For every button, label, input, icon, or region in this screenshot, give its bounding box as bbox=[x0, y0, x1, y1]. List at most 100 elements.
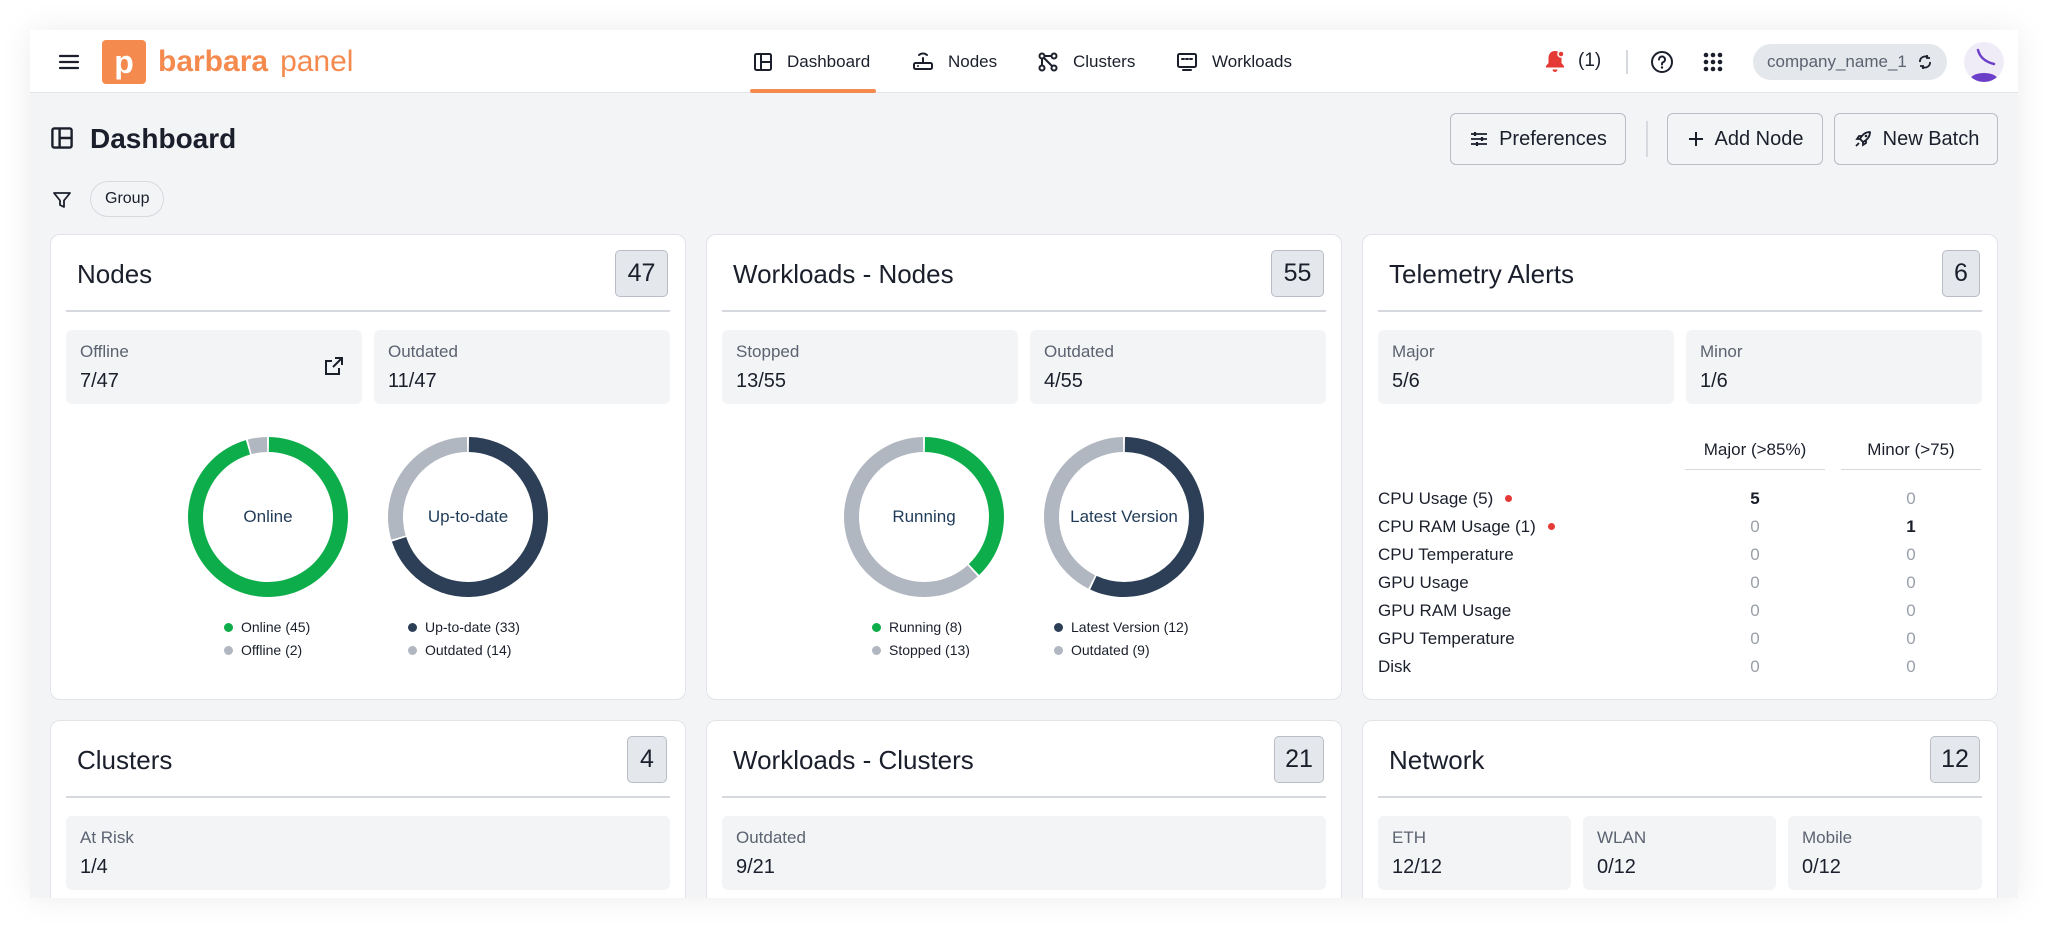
running-donut: Running bbox=[837, 430, 1011, 604]
stat-label: Mobile bbox=[1802, 828, 1853, 847]
tab-nodes[interactable]: Nodes bbox=[912, 30, 997, 93]
stat-outdated: Outdated 4/55 bbox=[1030, 330, 1326, 404]
minor-count: 1 bbox=[1906, 517, 1916, 536]
apps-grid-icon[interactable] bbox=[1702, 51, 1724, 73]
filter-chip-group[interactable]: Group bbox=[90, 181, 165, 217]
top-bar: p barbara panel Dashboard Nodes Clusters… bbox=[30, 30, 2018, 93]
metric-name: CPU Usage (5) bbox=[1378, 489, 1494, 508]
alert-dot bbox=[1505, 495, 1512, 502]
metric-name: GPU RAM Usage bbox=[1378, 601, 1512, 620]
metric-name: CPU RAM Usage (1) bbox=[1378, 517, 1536, 536]
card-divider bbox=[1378, 310, 1982, 312]
menu-icon[interactable] bbox=[58, 51, 80, 73]
legend-item: Outdated (14) bbox=[408, 639, 520, 662]
logo-mark: p bbox=[102, 40, 146, 84]
tab-clusters-label: Clusters bbox=[1073, 51, 1136, 71]
external-link-icon[interactable] bbox=[324, 356, 344, 381]
help-icon[interactable] bbox=[1650, 50, 1674, 74]
stat-value: 13/55 bbox=[736, 370, 787, 392]
card-divider bbox=[1378, 796, 1982, 798]
tab-clusters[interactable]: Clusters bbox=[1037, 30, 1135, 93]
column-header-minor: Minor (>75) bbox=[1841, 440, 1981, 470]
minor-count: 0 bbox=[1906, 489, 1916, 508]
legend-item: Up-to-date (33) bbox=[408, 616, 520, 639]
preferences-label: Preferences bbox=[1499, 127, 1607, 150]
button-divider bbox=[1646, 121, 1648, 157]
online-legend: Online (45) Offline (2) bbox=[224, 616, 310, 662]
major-count: 0 bbox=[1750, 629, 1760, 648]
dashboard-icon bbox=[754, 52, 772, 71]
notifications-button[interactable]: (1) bbox=[1544, 49, 1601, 73]
company-selector[interactable]: company_name_1 bbox=[1753, 44, 1947, 80]
page-title-icon bbox=[50, 126, 74, 150]
avatar[interactable] bbox=[1964, 42, 2004, 82]
logo[interactable]: p barbara panel bbox=[102, 40, 353, 84]
count-badge: 12 bbox=[1930, 736, 1980, 783]
stat-label: WLAN bbox=[1597, 828, 1647, 847]
stat-value: 5/6 bbox=[1392, 370, 1420, 392]
stat-value: 12/12 bbox=[1392, 856, 1443, 878]
nodes-card: Nodes 47 Offline 7/47 Outdated 11/47 Onl… bbox=[50, 234, 686, 700]
add-node-label: Add Node bbox=[1714, 127, 1804, 150]
cluster-icon bbox=[1038, 52, 1058, 71]
notifications-count: (1) bbox=[1578, 50, 1602, 71]
count-badge: 6 bbox=[1942, 250, 1980, 297]
sliders-icon bbox=[1471, 132, 1488, 146]
card-title: Workloads - Clusters bbox=[733, 745, 974, 775]
count-badge: 55 bbox=[1271, 250, 1324, 297]
running-legend: Running (8) Stopped (13) bbox=[872, 616, 970, 662]
tab-workloads[interactable]: Workloads bbox=[1176, 30, 1292, 93]
app-window: p barbara panel Dashboard Nodes Clusters… bbox=[30, 30, 2018, 898]
logo-product: panel bbox=[280, 45, 354, 78]
clusters-card: Clusters 4 At Risk 1/4 bbox=[50, 720, 686, 898]
new-batch-label: New Batch bbox=[1882, 127, 1980, 150]
stat-value: 11/47 bbox=[388, 370, 437, 392]
up-to-date-legend: Up-to-date (33) Outdated (14) bbox=[408, 616, 520, 662]
legend-item: Stopped (13) bbox=[872, 639, 970, 662]
legend-item: Online (45) bbox=[224, 616, 310, 639]
active-tab-indicator bbox=[750, 89, 876, 93]
major-count: 0 bbox=[1750, 601, 1760, 620]
major-count: 5 bbox=[1750, 489, 1760, 508]
latest-version-legend: Latest Version (12) Outdated (9) bbox=[1054, 616, 1189, 662]
bell-icon bbox=[1546, 50, 1565, 72]
legend-item: Latest Version (12) bbox=[1054, 616, 1189, 639]
add-node-button[interactable]: Add Node bbox=[1667, 113, 1823, 165]
telemetry-alerts-card: Telemetry Alerts 6 Major 5/6 Minor 1/6 M… bbox=[1362, 234, 1998, 700]
stat-minor: Minor 1/6 bbox=[1686, 330, 1982, 404]
online-donut: Online bbox=[181, 430, 355, 604]
card-title: Clusters bbox=[77, 745, 173, 775]
table-row: GPU Usage 0 0 bbox=[1378, 569, 1978, 597]
card-divider bbox=[722, 310, 1326, 312]
legend-item: Outdated (9) bbox=[1054, 639, 1189, 662]
stat-outdated: Outdated 11/47 bbox=[374, 330, 670, 404]
card-divider bbox=[722, 796, 1326, 798]
stat-offline[interactable]: Offline 7/47 bbox=[66, 330, 362, 404]
donut-center-label: Running bbox=[892, 507, 956, 526]
new-batch-button[interactable]: New Batch bbox=[1834, 113, 1998, 165]
filter-icon[interactable] bbox=[52, 190, 72, 210]
card-title: Workloads - Nodes bbox=[733, 259, 954, 289]
donut-center-label: Latest Version bbox=[1070, 507, 1178, 526]
donut-center-label: Up-to-date bbox=[427, 507, 509, 526]
workloads-nodes-card: Workloads - Nodes 55 Stopped 13/55 Outda… bbox=[706, 234, 1342, 700]
preferences-button[interactable]: Preferences bbox=[1450, 113, 1626, 165]
card-title: Nodes bbox=[77, 259, 153, 289]
stat-value: 4/55 bbox=[1044, 370, 1083, 392]
table-row: GPU Temperature 0 0 bbox=[1378, 625, 1978, 653]
major-count: 0 bbox=[1750, 545, 1760, 564]
switch-icon bbox=[1918, 55, 1931, 69]
tab-dashboard[interactable]: Dashboard bbox=[750, 30, 876, 93]
stat-major: Major 5/6 bbox=[1378, 330, 1674, 404]
stat-label: Outdated bbox=[388, 342, 458, 361]
stat-value: 0/12 bbox=[1802, 856, 1841, 878]
card-title: Telemetry Alerts bbox=[1389, 259, 1574, 289]
stat-outdated: Outdated 9/21 bbox=[722, 816, 1326, 890]
tab-dashboard-label: Dashboard bbox=[787, 51, 871, 71]
stat-label: Outdated bbox=[736, 828, 806, 847]
company-name: company_name_1 bbox=[1767, 52, 1907, 71]
metric-name: CPU Temperature bbox=[1378, 545, 1514, 564]
stat-label: Stopped bbox=[736, 342, 800, 361]
stat-label: Minor bbox=[1700, 342, 1743, 361]
metric-name: GPU Usage bbox=[1378, 573, 1469, 592]
